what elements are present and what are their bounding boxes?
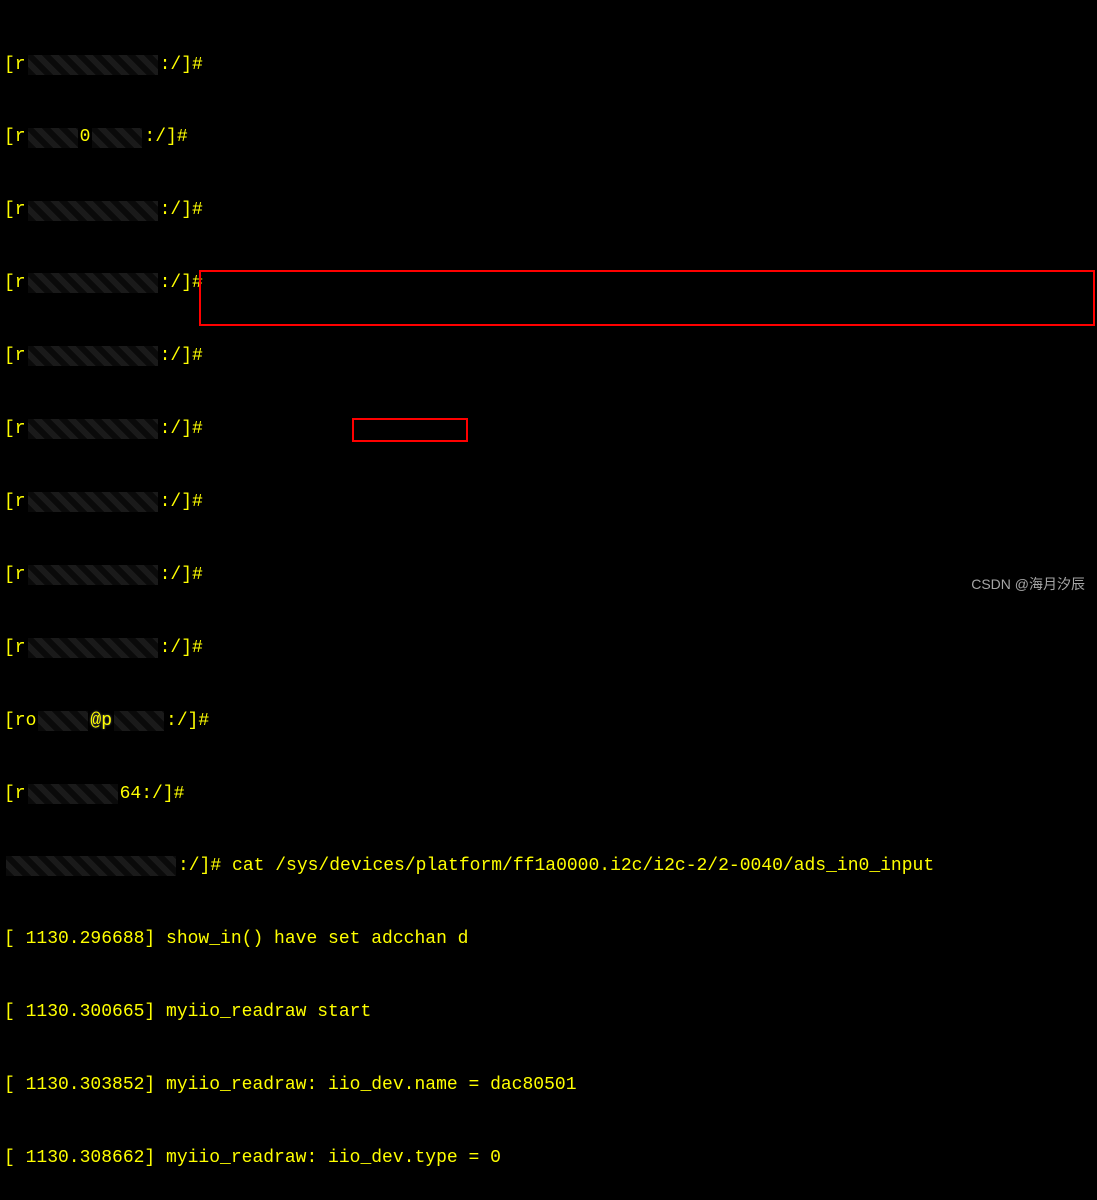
redacted-host [28,565,158,585]
command-line: :/]# cat /sys/devices/platform/ff1a0000.… [4,854,1093,878]
redacted-host [28,784,118,804]
prompt-line: [r:/]# [4,271,1093,295]
redacted-host [28,128,78,148]
prompt-line: [r:/]# [4,344,1093,368]
redacted-host [92,128,142,148]
prompt-line: [ro@p:/]# [4,709,1093,733]
redacted-host [28,346,158,366]
prompt-line: [r:/]# [4,563,1093,587]
redacted-host [28,273,158,293]
redacted-host [114,711,164,731]
cat-command: cat /sys/devices/platform/ff1a0000.i2c/i… [232,856,934,876]
redacted-host [28,55,158,75]
prompt-line: [r:/]# [4,417,1093,441]
terminal-output[interactable]: [r:/]# [r0:/]# [r:/]# [r:/]# [r:/]# [r:/… [4,4,1093,1200]
kmsg-line: [ 1130.303852] myiio_readraw: iio_dev.na… [4,1073,1093,1097]
kmsg-line: [ 1130.300665] myiio_readraw start [4,1000,1093,1024]
prompt-suffix: :/]# [160,53,203,77]
prompt-line: [r0:/]# [4,125,1093,149]
redacted-host [28,201,158,221]
redacted-host [6,856,176,876]
kmsg-line: [ 1130.296688] show_in() have set adccha… [4,927,1093,951]
prompt-line: [r64:/]# [4,782,1093,806]
prompt-prefix: [r [4,53,26,77]
prompt-line: [r:/]# [4,198,1093,222]
kmsg-line: [ 1130.308662] myiio_readraw: iio_dev.ty… [4,1146,1093,1170]
prompt-line: [r:/]# [4,490,1093,514]
redacted-host [28,492,158,512]
redacted-host [38,711,88,731]
prompt-line: [r :/]# [4,53,1093,77]
redacted-host [28,419,158,439]
redacted-host [28,638,158,658]
prompt-line: [r:/]# [4,636,1093,660]
watermark-text: CSDN @海月汐辰 [971,575,1085,594]
